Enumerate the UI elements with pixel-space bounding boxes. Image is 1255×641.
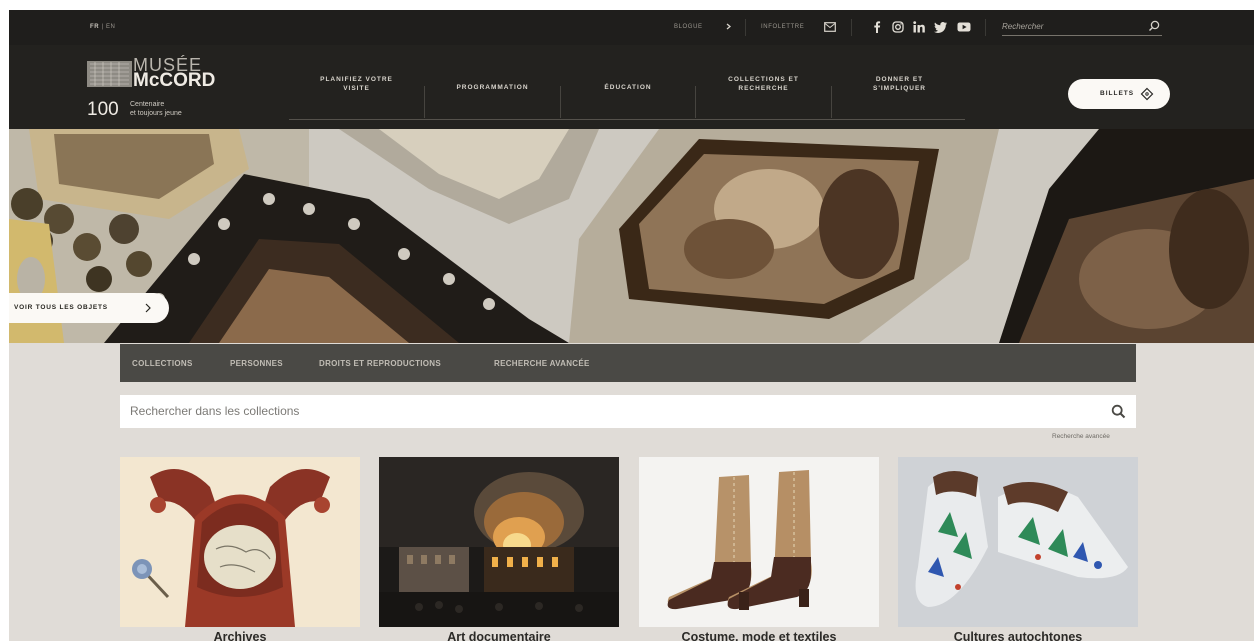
chevron-right-icon [145,303,151,313]
search-icon[interactable] [1111,404,1126,419]
view-all-objects-button[interactable]: VOIR TOUS LES OBJETS [9,293,169,323]
nav-label-line2: RECHERCHE [738,85,789,92]
collections-subnav: COLLECTIONS PERSONNES DROITS ET REPRODUC… [120,344,1136,382]
instagram-icon[interactable] [891,20,905,34]
subnav-recherche-avancee[interactable]: RECHERCHE AVANCÉE [494,359,590,368]
lang-en[interactable]: EN [106,24,116,30]
subnav-personnes[interactable]: PERSONNES [230,359,283,368]
category-label-costume[interactable]: Costume, mode et textiles [639,630,879,641]
logo-tagline-1: Centenaire [130,101,165,108]
facebook-icon[interactable] [870,20,884,34]
blog-link[interactable]: BLOGUE [674,24,703,30]
nav-planifiez-votre-visite[interactable]: PLANIFIEZ VOTRE VISITE [289,75,424,115]
main-header: MUSÉE McCORD 100 Centenaire et toujours … [9,45,1254,129]
mccord-logo-icon [87,61,132,87]
hero-banner: VOIR TOUS LES OBJETS [9,129,1254,343]
twitter-icon[interactable] [934,20,948,34]
ticket-icon [1140,87,1154,101]
chevron-right-icon[interactable] [724,20,733,33]
subnav-collections[interactable]: COLLECTIONS [132,359,193,368]
divider [745,19,746,36]
costume-boots-image [639,457,879,627]
logo-100-text: 100 [87,99,119,120]
nav-education[interactable]: ÉDUCATION [561,83,695,123]
nav-label-line2: S'IMPLIQUER [873,85,926,92]
nav-label-line1: ÉDUCATION [604,84,652,91]
youtube-icon[interactable] [957,20,971,34]
hero-frames-photo [9,129,1254,343]
nav-underline [289,119,965,120]
nav-programmation[interactable]: PROGRAMMATION [425,83,560,123]
site-search [1002,19,1162,36]
collection-search [120,395,1136,428]
logo-mccord-text: McCORD [133,70,216,91]
cultures-moccasins-image [898,457,1138,627]
linkedin-icon[interactable] [912,20,926,34]
category-tile-costume[interactable] [639,457,879,627]
site-search-input[interactable] [1002,19,1142,34]
view-all-label: VOIR TOUS LES OBJETS [14,304,108,311]
nav-label-line1: PROGRAMMATION [456,84,529,91]
newsletter-link[interactable]: INFOLETTRE [761,24,804,30]
category-label-cultures-autochtones[interactable]: Cultures autochtones [898,630,1138,641]
archives-jester-image [120,457,360,627]
tickets-button[interactable]: BILLETS [1068,79,1170,109]
category-tile-cultures-autochtones[interactable] [898,457,1138,627]
top-utility-bar: FR | EN BLOGUE INFOLETTRE [9,10,1254,45]
divider [851,19,852,36]
category-label-archives[interactable]: Archives [120,630,360,641]
nav-label-line1: COLLECTIONS ET [728,76,799,83]
category-tile-archives[interactable] [120,457,360,627]
collection-search-input[interactable] [130,401,1090,421]
category-label-art-documentaire[interactable]: Art documentaire [379,630,619,641]
nav-label-line1: PLANIFIEZ VOTRE [320,76,393,83]
mail-icon[interactable] [824,22,836,32]
nav-collections-et-recherche[interactable]: COLLECTIONS ET RECHERCHE [696,75,831,115]
tickets-label: BILLETS [1100,90,1135,97]
nav-donner-et-simpliquer[interactable]: DONNER ET S'IMPLIQUER [832,75,967,115]
search-icon[interactable] [1148,20,1160,32]
art-documentaire-fire-image [379,457,619,627]
advanced-search-link[interactable]: Recherche avancée [1052,433,1110,440]
logo-tagline-2: et toujours jeune [130,110,182,117]
nav-label-line2: VISITE [343,85,370,92]
lang-fr[interactable]: FR [90,24,99,30]
category-tile-art-documentaire[interactable] [379,457,619,627]
lang-separator: | [101,24,104,30]
divider [985,19,986,36]
nav-label-line1: DONNER ET [875,76,924,83]
language-switcher[interactable]: FR | EN [90,24,115,30]
page: FR | EN BLOGUE INFOLETTRE Rechercher MUS… [9,10,1254,641]
subnav-droits-et-reproductions[interactable]: DROITS ET REPRODUCTIONS [319,359,441,368]
